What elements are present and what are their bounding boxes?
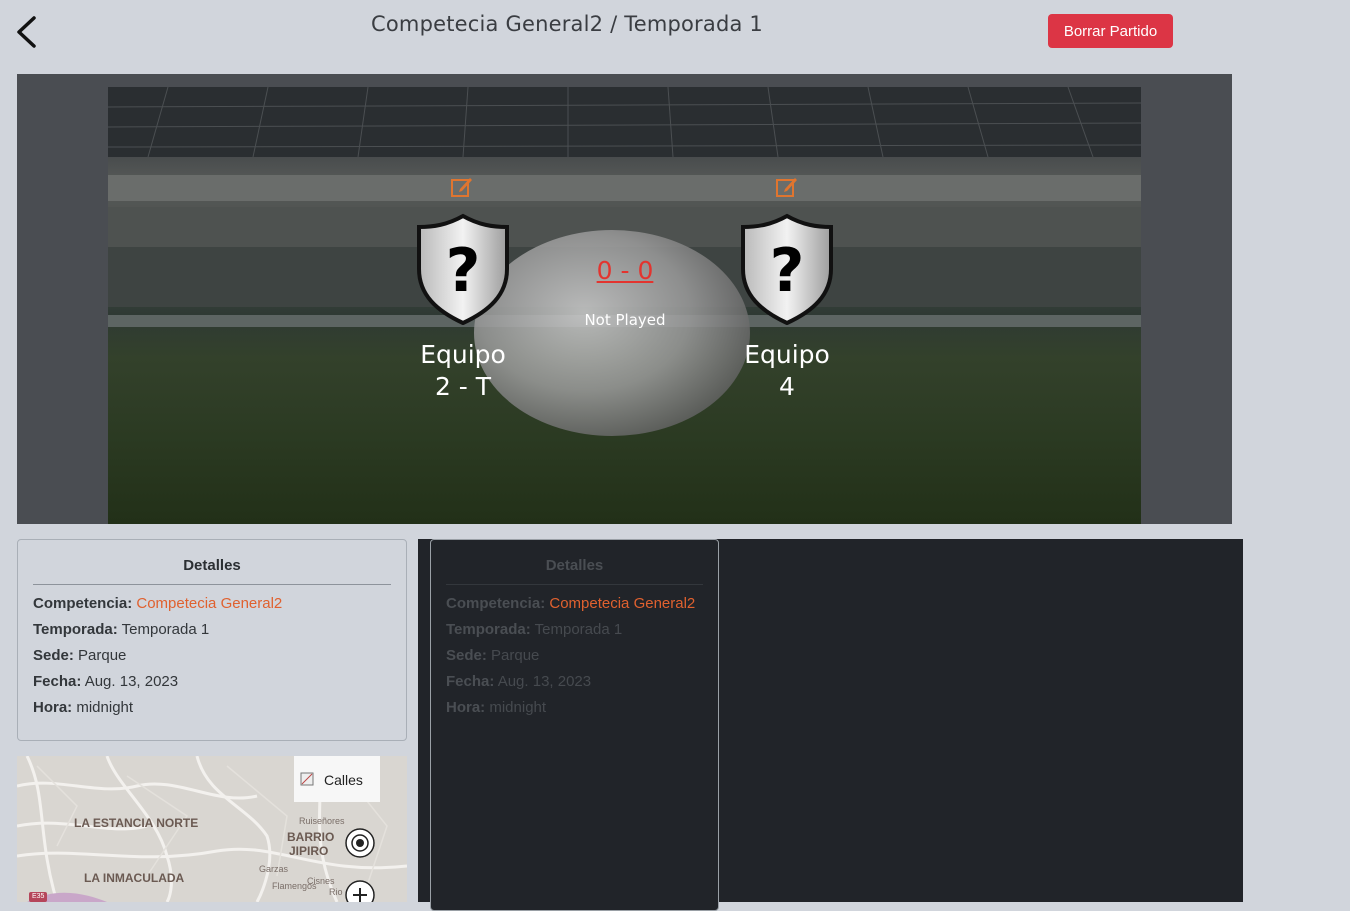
home-team-name-line2: 2 - T (434, 372, 492, 401)
detail-value: Aug. 13, 2023 (84, 673, 179, 690)
zoom-in-icon[interactable] (345, 880, 375, 902)
map-label: BARRIO (287, 830, 335, 844)
detail-venue: Sede: Parque (33, 643, 391, 669)
locate-icon[interactable] (345, 828, 375, 858)
detail-value: Parque (491, 647, 540, 664)
map-street-label: Garzas (259, 864, 289, 874)
detail-competition: Competencia: Competecia General2 (446, 591, 703, 617)
match-banner (108, 87, 1141, 524)
venue-map[interactable]: LA ESTANCIA NORTE BARRIO JIPIRO LA INMAC… (17, 756, 407, 902)
detail-label: Fecha: (33, 673, 82, 690)
detail-label: Hora: (33, 699, 73, 716)
detail-value: Temporada 1 (534, 621, 623, 638)
detail-label: Sede: (446, 647, 487, 664)
detail-value: Aug. 13, 2023 (497, 673, 592, 690)
details-heading: Detalles (33, 557, 391, 585)
home-team-name[interactable]: Equipo 2 - T (383, 339, 543, 403)
map-label: LA INMACULADA (84, 871, 185, 885)
detail-competition: Competencia: Competecia General2 (33, 591, 391, 617)
map-label: LA ESTANCIA NORTE (74, 816, 199, 830)
home-team-crest-icon: ? (417, 213, 509, 325)
map-label: JIPIRO (289, 844, 329, 858)
home-team-name-line1: Equipo (420, 340, 506, 369)
away-team-name-line2: 4 (779, 372, 795, 401)
detail-label: Competencia: (446, 595, 546, 612)
detail-value: Parque (78, 647, 127, 664)
detail-label: Temporada: (446, 621, 531, 638)
away-team-crest-icon: ? (741, 213, 833, 325)
page-title: Competecia General2 / Temporada 1 (371, 12, 763, 36)
detail-value: midnight (76, 699, 134, 716)
detail-value: Temporada 1 (121, 621, 210, 638)
details-card-dark: Detalles Competencia: Competecia General… (430, 539, 719, 911)
match-score[interactable]: 0 - 0 (570, 256, 680, 285)
details-heading: Detalles (446, 557, 703, 585)
detail-date: Fecha: Aug. 13, 2023 (33, 669, 391, 695)
detail-venue: Sede: Parque (446, 643, 703, 669)
map-layer-control[interactable]: Calles (294, 756, 380, 802)
match-status: Not Played (584, 311, 666, 329)
detail-time: Hora: midnight (446, 695, 703, 721)
competition-link[interactable]: Competecia General2 (136, 595, 282, 612)
map-street-label: Cisnes (307, 876, 335, 886)
map-street-label: Ruiseñores (299, 816, 345, 826)
competition-link[interactable]: Competecia General2 (549, 595, 695, 612)
delete-match-button[interactable]: Borrar Partido (1048, 14, 1173, 48)
detail-value: midnight (489, 699, 547, 716)
map-street-label: Rio (329, 887, 343, 897)
detail-date: Fecha: Aug. 13, 2023 (446, 669, 703, 695)
highway-shield-label: E35 (32, 893, 45, 900)
detail-season: Temporada: Temporada 1 (33, 617, 391, 643)
broken-image-icon (300, 772, 314, 786)
detail-label: Hora: (446, 699, 486, 716)
detail-season: Temporada: Temporada 1 (446, 617, 703, 643)
map-layer-label: Calles (324, 772, 363, 788)
svg-text:?: ? (770, 236, 805, 306)
detail-label: Sede: (33, 647, 74, 664)
detail-label: Temporada: (33, 621, 118, 638)
svg-text:?: ? (446, 236, 481, 306)
detail-time: Hora: midnight (33, 695, 391, 721)
details-card: Detalles Competencia: Competecia General… (17, 539, 407, 741)
away-team-name-line1: Equipo (744, 340, 830, 369)
detail-label: Competencia: (33, 595, 133, 612)
detail-label: Fecha: (446, 673, 495, 690)
edit-away-team-icon[interactable] (775, 175, 799, 199)
away-team-name[interactable]: Equipo 4 (707, 339, 867, 403)
edit-home-team-icon[interactable] (450, 175, 474, 199)
back-chevron-icon[interactable] (12, 14, 42, 50)
